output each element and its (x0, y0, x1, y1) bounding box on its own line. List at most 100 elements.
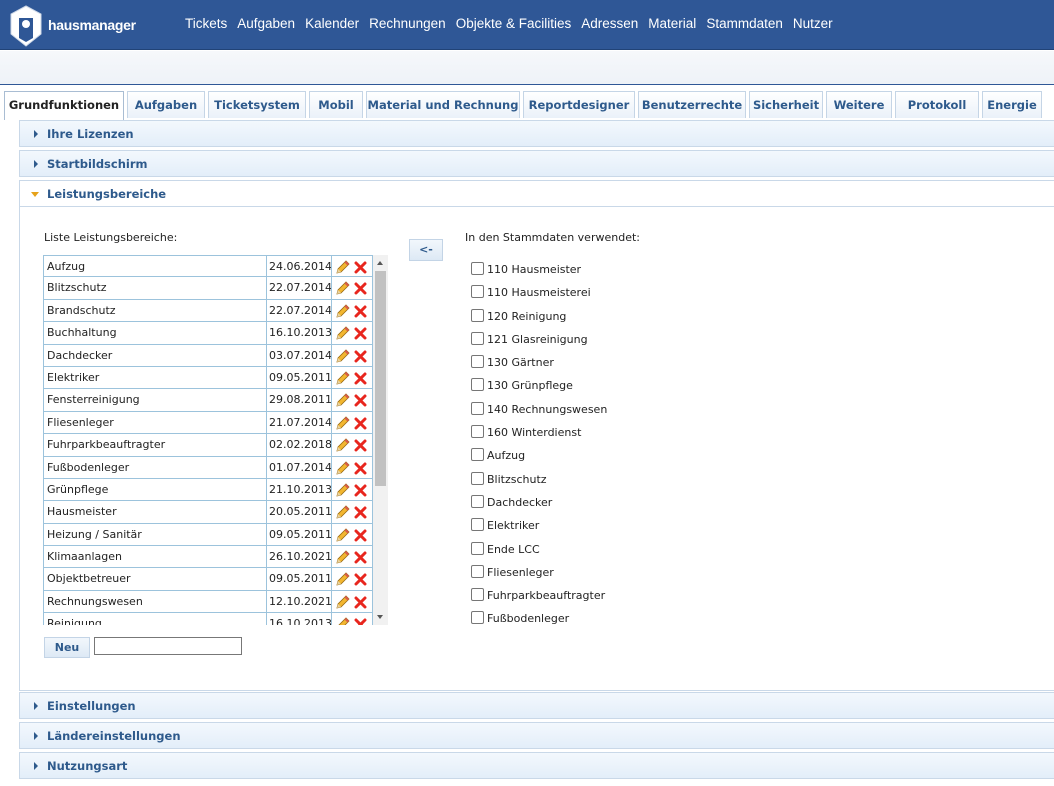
table-row[interactable]: Objektbetreuer 09.05.2011 (43, 568, 373, 591)
checkbox[interactable] (471, 308, 484, 322)
checkbox[interactable] (471, 378, 484, 392)
table-row[interactable]: Blitzschutz 22.07.2014 (43, 277, 373, 300)
tab-reportdesigner[interactable]: Reportdesigner (523, 91, 635, 118)
nav-rechnungen[interactable]: Rechnungen (369, 16, 446, 31)
tab-protokoll[interactable]: Protokoll (895, 91, 979, 118)
checkbox-row[interactable]: 110 Hausmeister (471, 259, 771, 282)
checkbox-row[interactable]: Fuhrparkbeauftragter (471, 585, 771, 608)
checkbox-row[interactable]: Fußbodenleger (471, 608, 771, 627)
checkbox[interactable] (471, 541, 484, 555)
table-row[interactable]: Dachdecker 03.07.2014 (43, 344, 373, 367)
nav-kalender[interactable]: Kalender (305, 16, 359, 31)
leistungsbereiche-list[interactable]: Aufzug 24.06.2014 Blitzschutz 22.07.2014 Bra… (43, 255, 389, 625)
item-date: 09.05.2011 (266, 523, 332, 547)
section-einstellungen[interactable]: Einstellungen (19, 692, 1054, 719)
tab-material-und-rechnung[interactable]: Material und Rechnung (366, 91, 520, 118)
checkbox[interactable] (471, 471, 484, 485)
nav-adressen[interactable]: Adressen (581, 16, 638, 31)
nav-tickets[interactable]: Tickets (185, 16, 227, 31)
nav-material[interactable]: Material (648, 16, 696, 31)
top-bar: hausmanager Tickets Aufgaben Kalender Rechn… (0, 0, 1054, 50)
tab-energie[interactable]: Energie (982, 91, 1042, 118)
checkbox-row[interactable]: 140 Rechnungswesen (471, 399, 771, 422)
checkbox-label: Aufzug (487, 449, 526, 463)
checkbox-row[interactable]: 120 Reinigung (471, 306, 771, 329)
item-name: Fensterreinigung (43, 389, 267, 412)
table-row[interactable]: Aufzug 24.06.2014 (43, 255, 373, 278)
section-nutzungsart[interactable]: Nutzungsart (19, 752, 1054, 779)
tab-grundfunktionen[interactable]: Grundfunktionen (4, 91, 124, 120)
table-row[interactable]: Fußbodenleger 01.07.2014 (43, 456, 373, 479)
checkbox-row[interactable]: Dachdecker (471, 492, 771, 515)
section-ihre-lizenzen[interactable]: Ihre Lizenzen (19, 120, 1054, 147)
table-row[interactable]: Buchhaltung 16.10.2013 (43, 322, 373, 345)
table-row[interactable]: Brandschutz 22.07.2014 (43, 299, 373, 323)
new-button[interactable]: Neu (44, 637, 90, 658)
tab-mobil[interactable]: Mobil (309, 91, 363, 118)
checkbox-row[interactable]: Fliesenleger (471, 562, 771, 585)
tab-sicherheit[interactable]: Sicherheit (749, 91, 823, 118)
tab-weitere[interactable]: Weitere (826, 91, 892, 118)
item-date: 21.07.2014 (266, 411, 332, 435)
section-title: Leistungsbereiche (47, 187, 167, 201)
nav-stammdaten[interactable]: Stammdaten (706, 16, 783, 31)
checkbox[interactable] (471, 355, 484, 369)
checkbox-row[interactable]: 121 Glasreinigung (471, 329, 771, 352)
checkbox-label: Fuhrparkbeauftragter (487, 589, 606, 603)
checkbox[interactable] (471, 262, 484, 275)
table-row[interactable]: Hausmeister 20.05.2011 (43, 501, 373, 524)
checkbox[interactable] (471, 611, 484, 625)
checkbox-label: Fliesenleger (487, 565, 554, 579)
checkbox[interactable] (471, 285, 484, 299)
table-row[interactable]: Fuhrparkbeauftragter 02.02.2018 (43, 434, 373, 457)
checkbox[interactable] (471, 564, 484, 578)
scroll-thumb[interactable] (375, 271, 386, 486)
checkbox[interactable] (471, 448, 484, 462)
table-row[interactable]: Grünpflege 21.10.2013 (43, 478, 373, 502)
section-title: Einstellungen (47, 699, 136, 713)
item-actions (331, 546, 373, 569)
caret-right-icon (34, 130, 38, 138)
list-scrollbar[interactable] (373, 255, 388, 625)
tab-aufgaben[interactable]: Aufgaben (127, 91, 205, 118)
checkbox-row[interactable]: 160 Winterdienst (471, 422, 771, 445)
checkbox[interactable] (471, 425, 484, 439)
item-date: 22.07.2014 (266, 277, 332, 300)
checkbox[interactable] (471, 494, 484, 508)
nav-nutzer[interactable]: Nutzer (793, 16, 833, 31)
checkbox[interactable] (471, 588, 484, 602)
checkbox-row[interactable]: Ende LCC (471, 539, 771, 562)
checkbox-row[interactable]: Blitzschutz (471, 469, 771, 492)
checkbox-row[interactable]: 110 Hausmeisterei (471, 282, 771, 305)
checkbox-row[interactable]: Aufzug (471, 445, 771, 468)
table-row[interactable]: Heizung / Sanitär 09.05.2011 (43, 523, 373, 547)
table-row[interactable]: Elektriker 09.05.2011 (43, 366, 373, 390)
edit-pencil-icon[interactable] (335, 616, 351, 625)
delete-x-icon[interactable] (354, 617, 367, 625)
checkbox-label: Dachdecker (487, 495, 553, 509)
item-date: 09.05.2011 (266, 366, 332, 390)
section-ländereinstellungen[interactable]: Ländereinstellungen (19, 722, 1054, 749)
table-row[interactable]: Reinigung 16.10.2013 (43, 613, 373, 625)
new-item-input[interactable] (94, 637, 242, 655)
checkbox-row[interactable]: 130 Gärtner (471, 352, 771, 375)
checkbox-row[interactable]: Elektriker (471, 515, 771, 538)
nav-aufgaben[interactable]: Aufgaben (237, 16, 295, 31)
tab-benutzerrechte[interactable]: Benutzerrechte (638, 91, 746, 118)
table-row[interactable]: Fliesenleger 21.07.2014 (43, 411, 373, 435)
checkbox[interactable] (471, 401, 484, 415)
section-leistungsbereiche[interactable]: Leistungsbereiche (19, 180, 1054, 207)
checkbox[interactable] (471, 331, 484, 345)
move-left-button[interactable]: <- (409, 239, 443, 261)
table-row[interactable]: Rechnungswesen 12.10.2021 (43, 590, 373, 614)
table-row[interactable]: Klimaanlagen 26.10.2021 (43, 546, 373, 569)
nav-objekte-facilities[interactable]: Objekte & Facilities (456, 16, 572, 31)
checkbox[interactable] (471, 518, 484, 532)
tab-ticketsystem[interactable]: Ticketsystem (208, 91, 306, 118)
scroll-down-icon[interactable] (377, 615, 383, 619)
section-startbildschirm[interactable]: Startbildschirm (19, 150, 1054, 177)
scroll-up-icon[interactable] (377, 261, 383, 265)
checkbox-row[interactable]: 130 Grünpflege (471, 375, 771, 398)
app-logo[interactable]: hausmanager (8, 4, 138, 48)
table-row[interactable]: Fensterreinigung 29.08.2011 (43, 389, 373, 412)
